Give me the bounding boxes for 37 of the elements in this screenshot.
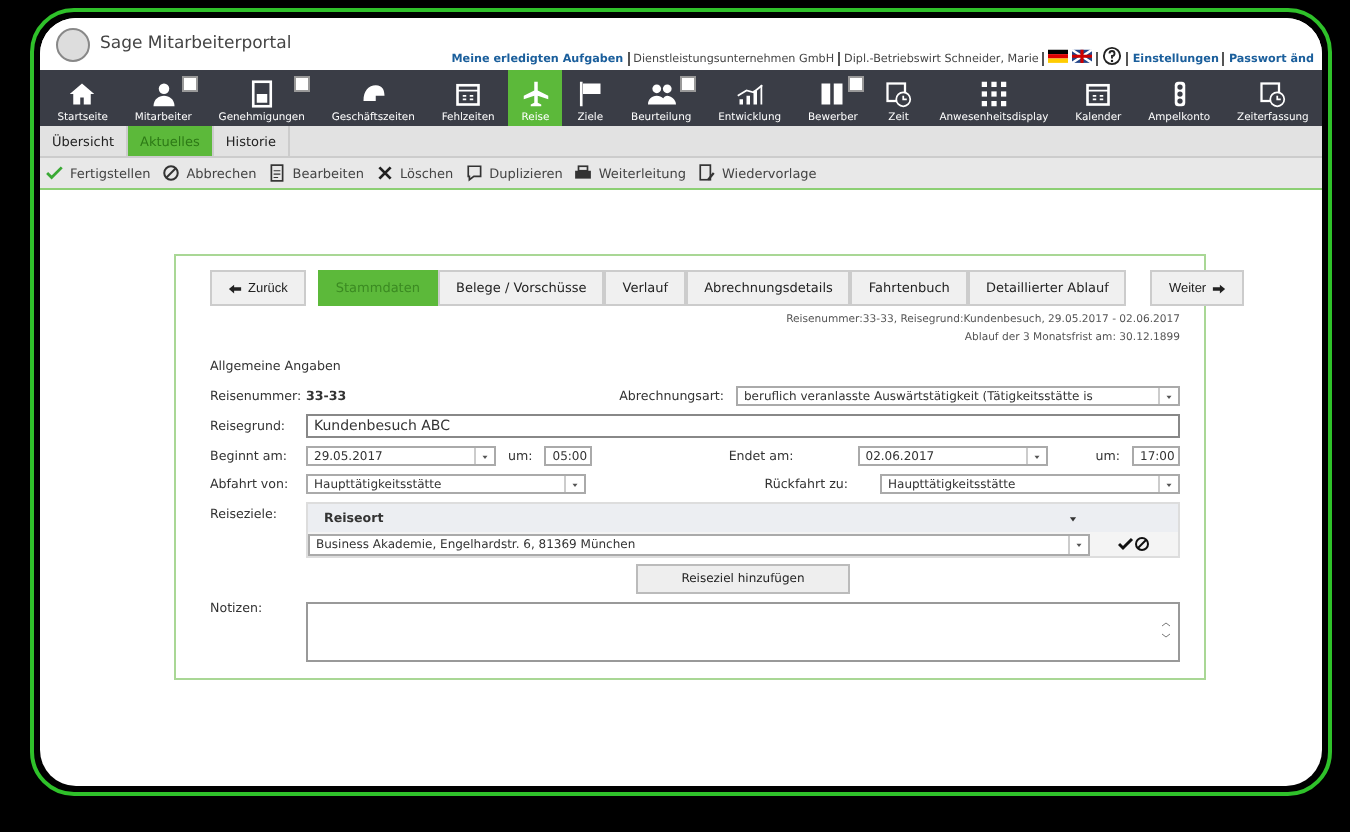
close-icon	[375, 164, 394, 182]
printer-icon	[574, 164, 593, 182]
cancel-icon	[162, 164, 181, 182]
portal-title: Sage Mitarbeiterportal	[100, 34, 292, 54]
help-icon[interactable]	[1102, 46, 1123, 66]
dropdown-caret-icon	[570, 479, 580, 489]
book-icon	[818, 80, 847, 108]
calendar-icon	[1084, 80, 1113, 108]
document-icon	[247, 80, 276, 108]
person-icon	[149, 80, 178, 108]
airplane-icon	[521, 80, 550, 108]
dropdown-caret-icon	[1164, 479, 1174, 489]
sort-caret-icon	[1068, 513, 1078, 523]
calendar-icon	[454, 80, 483, 108]
arrow-left-icon	[228, 281, 242, 295]
dropdown-caret-icon	[1031, 451, 1042, 461]
people-icon	[647, 80, 676, 108]
notes-field[interactable]	[306, 602, 1180, 662]
grid-icon	[979, 80, 1008, 108]
speech-bubble-icon	[465, 164, 484, 182]
dropdown-caret-icon	[480, 451, 490, 461]
dropdown-caret-icon	[1074, 539, 1084, 549]
cancel-icon[interactable]	[1134, 536, 1150, 552]
house-icon	[68, 80, 97, 108]
flag-icon	[576, 80, 605, 108]
check-icon	[46, 164, 64, 182]
arrow-right-icon	[1212, 281, 1227, 295]
edit-document-icon	[268, 164, 287, 182]
dropdown-caret-icon	[1164, 391, 1174, 401]
german-flag-icon[interactable]	[1048, 46, 1069, 66]
document-pen-icon	[698, 164, 716, 182]
calendar-clock-icon	[1258, 80, 1287, 108]
portal-logo	[56, 27, 90, 61]
calendar-clock-icon	[884, 80, 913, 108]
bar-chart-icon	[735, 80, 764, 108]
british-flag-icon[interactable]	[1072, 46, 1093, 66]
check-icon[interactable]	[1118, 536, 1134, 552]
